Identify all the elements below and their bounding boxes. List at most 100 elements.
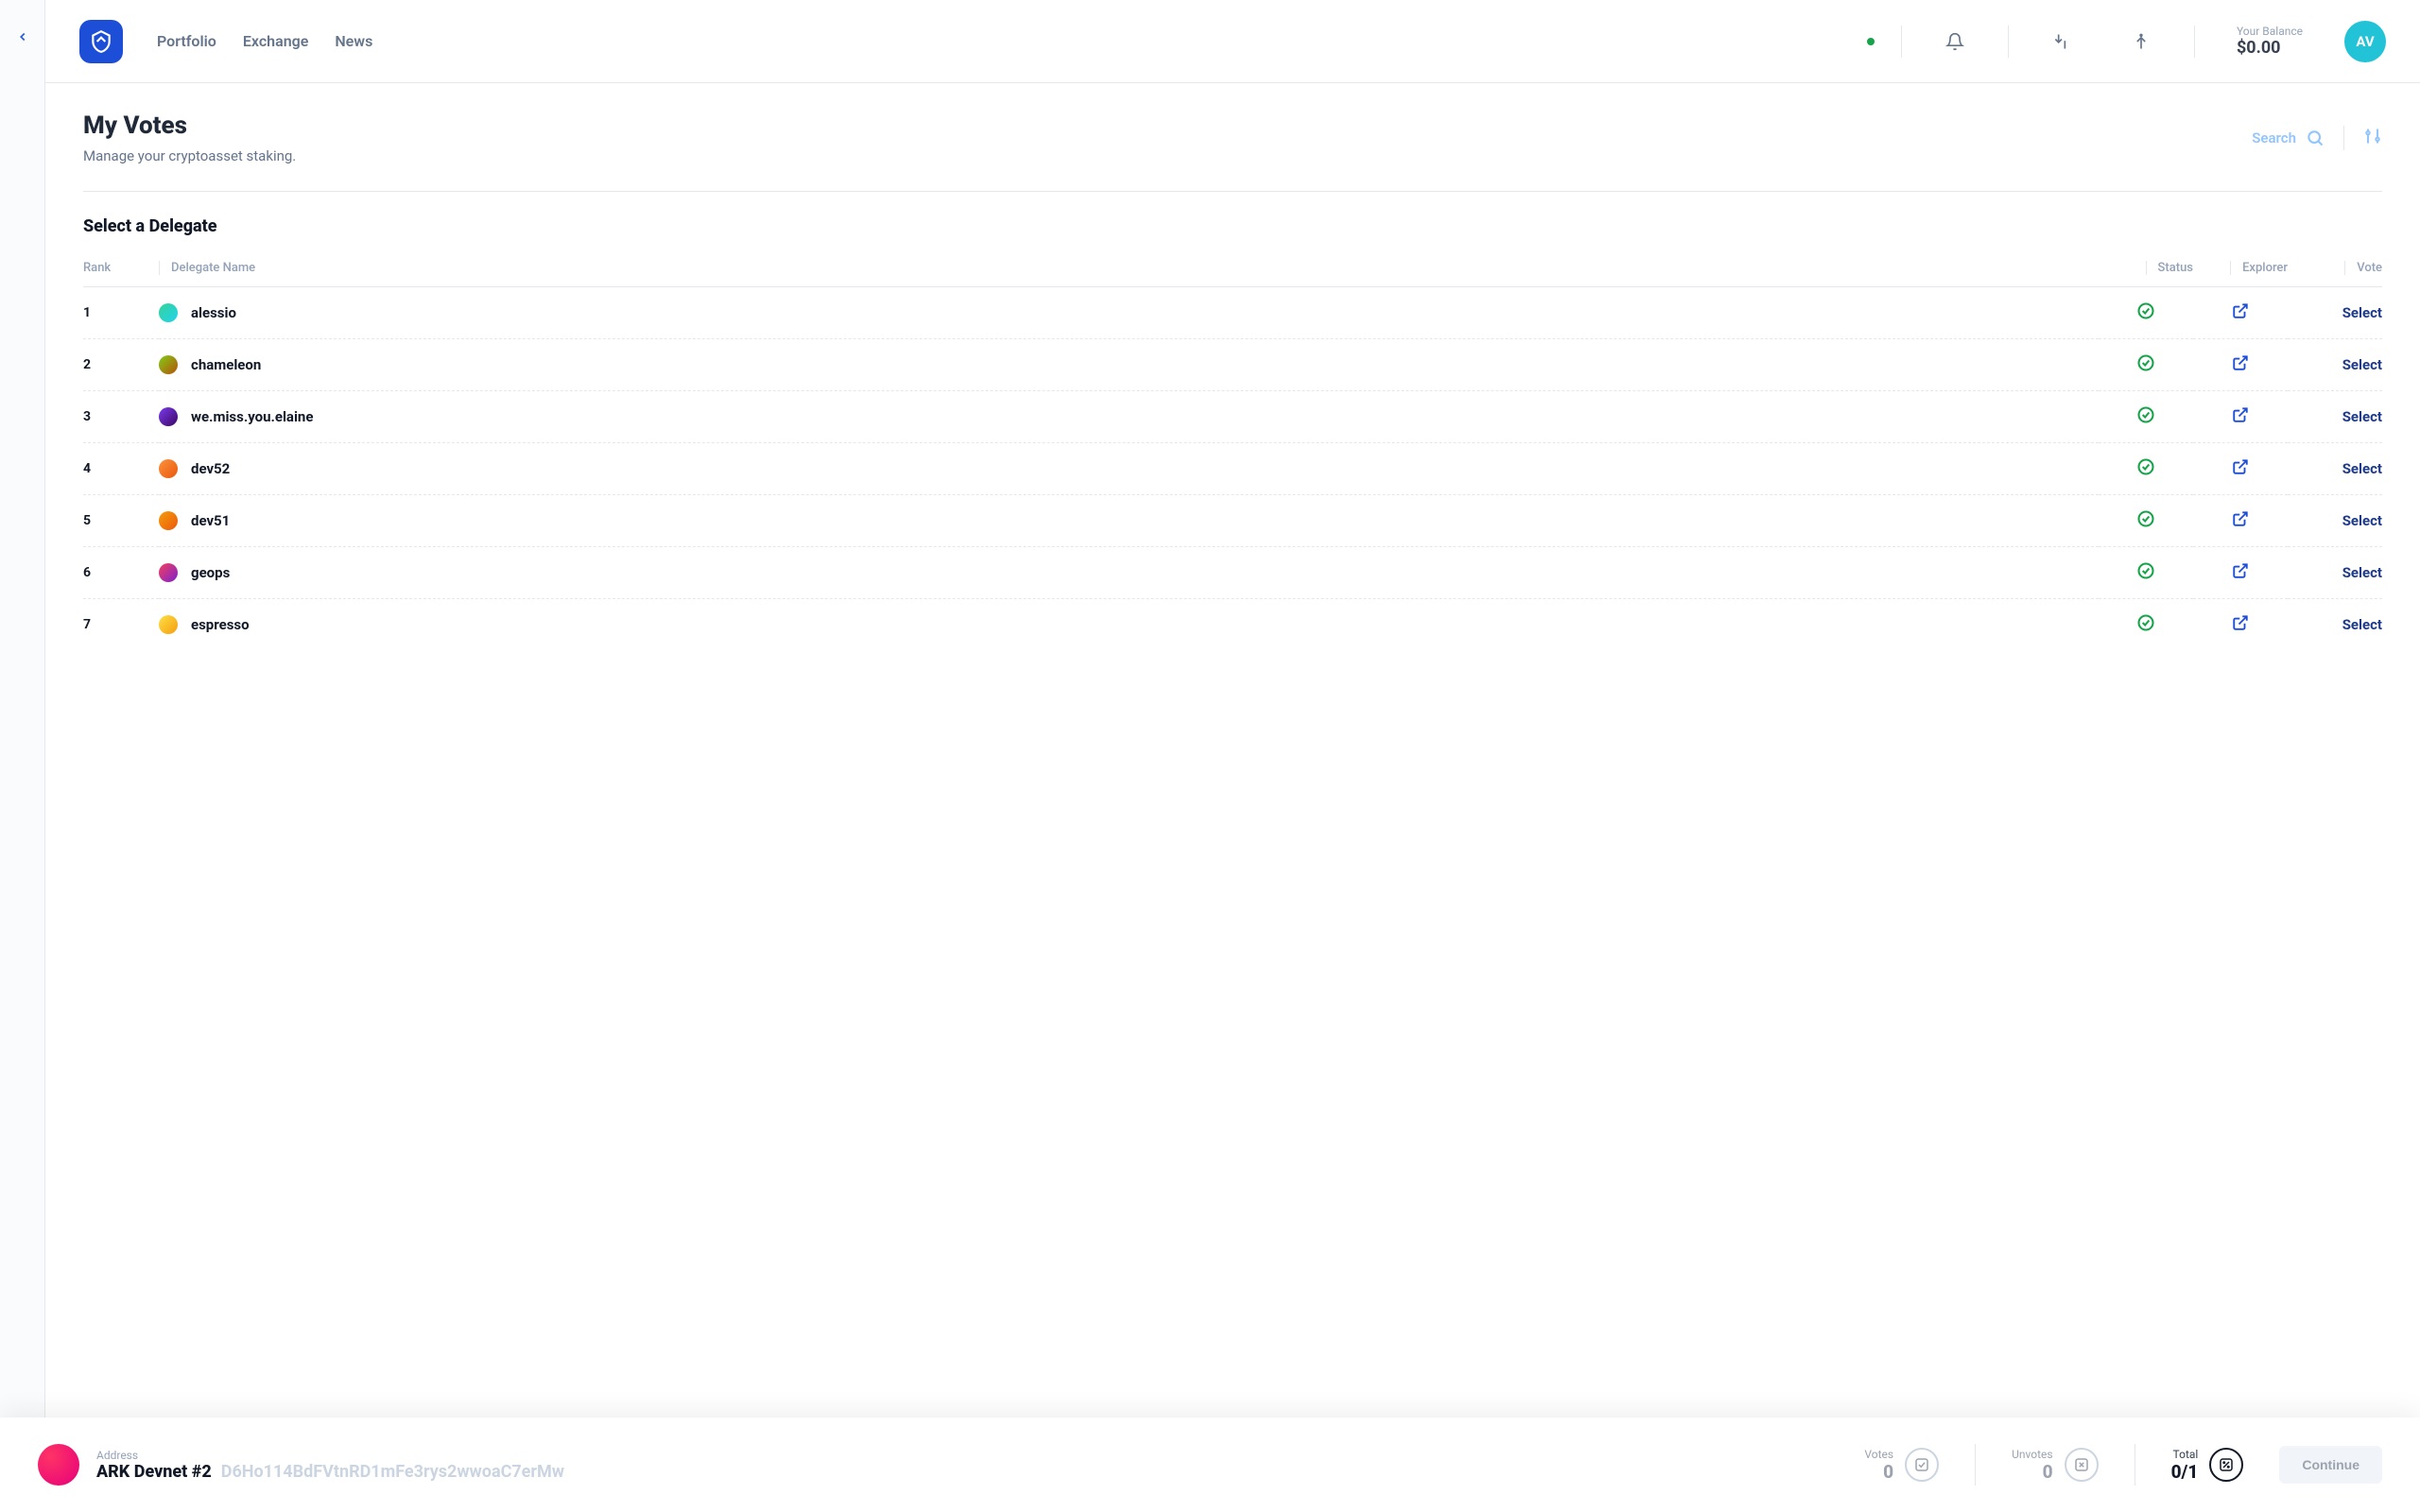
app-logo[interactable] — [79, 20, 123, 63]
delegate-avatar — [159, 459, 178, 478]
send-button[interactable] — [2115, 32, 2168, 51]
external-link-icon — [2232, 458, 2249, 475]
col-header-vote: Vote — [2344, 261, 2382, 275]
select-button[interactable]: Select — [2342, 616, 2382, 633]
shield-icon — [89, 29, 113, 54]
select-button[interactable]: Select — [2342, 512, 2382, 529]
status-ok-icon — [2136, 569, 2155, 584]
wallet-address: D6Ho114BdFVtnRD1mFe3rys2wwoaC7erMw — [221, 1462, 564, 1482]
status-ok-icon — [2136, 517, 2155, 532]
table-row: 3 we.miss.you.elaine Select — [83, 391, 2382, 443]
delegate-rank: 5 — [83, 495, 159, 547]
section-title: Select a Delegate — [83, 216, 2382, 236]
continue-button[interactable]: Continue — [2279, 1446, 2382, 1484]
delegate-rank: 4 — [83, 443, 159, 495]
external-link-icon — [2232, 302, 2249, 319]
total-value: 0/1 — [2171, 1461, 2199, 1483]
delegate-name: dev51 — [191, 512, 230, 529]
delegate-avatar — [159, 615, 178, 634]
explorer-link[interactable] — [2232, 516, 2249, 531]
delegates-table: Rank Delegate Name Status Explorer Vote … — [83, 249, 2382, 650]
search-label: Search — [2252, 129, 2296, 146]
notifications-button[interactable] — [1928, 32, 1981, 51]
balance-amount: $0.00 — [2237, 38, 2303, 58]
wallet-name: ARK Devnet #2 — [96, 1462, 212, 1482]
delegate-avatar — [159, 355, 178, 374]
table-row: 2 chameleon Select — [83, 339, 2382, 391]
select-button[interactable]: Select — [2342, 356, 2382, 373]
profile-avatar[interactable]: AV — [2344, 21, 2386, 62]
select-button[interactable]: Select — [2342, 564, 2382, 581]
wallet-avatar — [38, 1444, 79, 1486]
select-button[interactable]: Select — [2342, 408, 2382, 425]
connection-status-dot — [1867, 38, 1875, 45]
external-link-icon — [2232, 614, 2249, 631]
nav-portfolio[interactable]: Portfolio — [157, 32, 216, 50]
explorer-link[interactable] — [2232, 568, 2249, 583]
external-link-icon — [2232, 562, 2249, 579]
unvotes-summary: Unvotes 0 — [1993, 1448, 2117, 1483]
nav-exchange[interactable]: Exchange — [243, 32, 308, 50]
explorer-link[interactable] — [2232, 308, 2249, 323]
receive-button[interactable] — [2035, 32, 2088, 51]
col-header-name: Delegate Name — [159, 261, 255, 275]
page-header: My Votes Manage your cryptoasset staking… — [83, 112, 2382, 192]
votes-label: Votes — [1864, 1448, 1893, 1461]
total-summary: Total 0/1 — [2152, 1448, 2263, 1483]
col-header-explorer: Explorer — [2230, 261, 2288, 275]
table-row: 6 geops Select — [83, 547, 2382, 599]
delegate-name: dev52 — [191, 460, 230, 477]
delegate-rank: 3 — [83, 391, 159, 443]
filter-button[interactable] — [2363, 127, 2382, 149]
external-link-icon — [2232, 406, 2249, 423]
delegate-name: alessio — [191, 304, 236, 321]
page-title: My Votes — [83, 112, 296, 140]
votes-summary: Votes 0 — [1845, 1448, 1958, 1483]
unvotes-label: Unvotes — [2012, 1448, 2052, 1461]
status-ok-icon — [2136, 361, 2155, 376]
delegate-name: chameleon — [191, 356, 261, 373]
status-ok-icon — [2136, 465, 2155, 480]
delegate-avatar — [159, 511, 178, 530]
table-row: 5 dev51 Select — [83, 495, 2382, 547]
send-icon — [2132, 32, 2151, 51]
total-icon-wrap — [2209, 1448, 2243, 1482]
total-label: Total — [2171, 1448, 2199, 1461]
balance: Your Balance $0.00 — [2221, 25, 2318, 58]
delegate-name: geops — [191, 564, 230, 581]
chevron-left-icon — [16, 30, 29, 43]
delegate-rank: 1 — [83, 287, 159, 339]
nav-news[interactable]: News — [335, 32, 372, 50]
select-button[interactable]: Select — [2342, 304, 2382, 321]
table-row: 7 espresso Select — [83, 599, 2382, 651]
unvote-x-icon — [2073, 1456, 2090, 1473]
topbar: Portfolio Exchange News Your Balance $0.… — [45, 0, 2420, 83]
delegate-rank: 2 — [83, 339, 159, 391]
votes-value: 0 — [1864, 1461, 1893, 1483]
search-button[interactable]: Search — [2252, 129, 2325, 147]
external-link-icon — [2232, 510, 2249, 527]
select-button[interactable]: Select — [2342, 460, 2382, 477]
search-icon — [2306, 129, 2325, 147]
vote-footer: Address ARK Devnet #2 D6Ho114BdFVtnRD1mF… — [0, 1418, 2420, 1512]
wallet-info: Address ARK Devnet #2 D6Ho114BdFVtnRD1mF… — [96, 1449, 1828, 1482]
table-row: 4 dev52 Select — [83, 443, 2382, 495]
explorer-link[interactable] — [2232, 412, 2249, 427]
col-header-rank: Rank — [83, 249, 159, 287]
delegate-avatar — [159, 407, 178, 426]
status-ok-icon — [2136, 413, 2155, 428]
delegate-name: espresso — [191, 616, 250, 633]
bell-icon — [1945, 32, 1964, 51]
explorer-link[interactable] — [2232, 360, 2249, 375]
receive-icon — [2052, 32, 2071, 51]
back-rail[interactable] — [0, 0, 45, 1512]
col-header-status: Status — [2146, 261, 2193, 275]
explorer-link[interactable] — [2232, 464, 2249, 479]
delegate-name: we.miss.you.elaine — [191, 408, 313, 425]
table-row: 1 alessio Select — [83, 287, 2382, 339]
unvotes-value: 0 — [2012, 1461, 2052, 1483]
explorer-link[interactable] — [2232, 620, 2249, 635]
unvotes-icon-wrap — [2065, 1448, 2099, 1482]
address-label: Address — [96, 1449, 1828, 1462]
delegate-avatar — [159, 563, 178, 582]
